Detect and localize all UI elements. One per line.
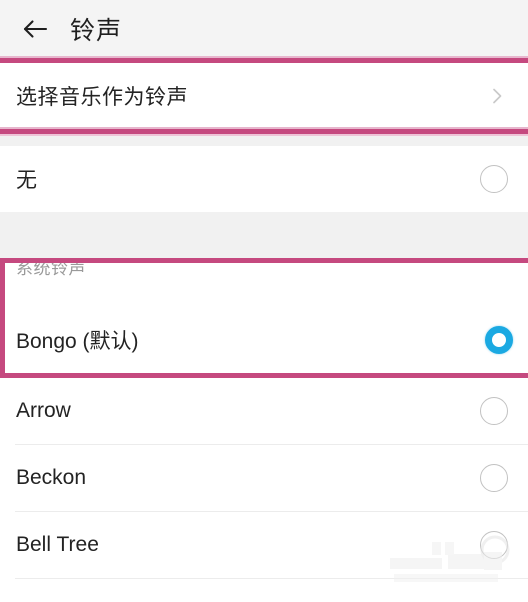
ringtone-label-bongo: Bongo (默认) — [16, 330, 139, 353]
none-row[interactable]: 无 — [0, 146, 528, 212]
ringtone-row-bongo[interactable]: Bongo (默认) — [5, 307, 528, 373]
row-divider — [15, 578, 528, 579]
ringtone-radio-beckon[interactable] — [480, 464, 508, 492]
pick-music-row[interactable]: 选择音乐作为铃声 — [0, 63, 528, 129]
ringtone-radio-bongo[interactable] — [485, 326, 513, 354]
page-title: 铃声 — [70, 17, 123, 45]
ringtone-label-arrow: Arrow — [16, 399, 71, 422]
ringtone-radio-bell-tree[interactable] — [480, 531, 508, 559]
chevron-right-icon — [486, 85, 508, 107]
system-section-header: 系统铃声 — [5, 263, 528, 307]
ringtone-row-beckon[interactable]: Beckon — [0, 445, 528, 511]
system-ringtone-highlight-box: 系统铃声 Bongo (默认) — [0, 258, 528, 378]
ringtone-label-beckon: Beckon — [16, 466, 87, 489]
ringtone-label-bell-tree: Bell Tree — [16, 533, 99, 556]
system-section-header-label: 系统铃声 — [16, 263, 86, 278]
accent-rule-second — [0, 127, 528, 136]
title-bar: 铃声 — [0, 0, 528, 58]
none-row-radio[interactable] — [480, 165, 508, 193]
arrow-left-icon[interactable] — [18, 12, 52, 46]
none-row-label: 无 — [16, 169, 38, 192]
pick-music-label: 选择音乐作为铃声 — [16, 86, 188, 109]
ringtone-row-bell-tree[interactable]: Bell Tree — [0, 512, 528, 578]
section-gap — [0, 212, 528, 258]
ringtone-row-arrow[interactable]: Arrow — [0, 378, 528, 444]
ringtone-radio-arrow[interactable] — [480, 397, 508, 425]
